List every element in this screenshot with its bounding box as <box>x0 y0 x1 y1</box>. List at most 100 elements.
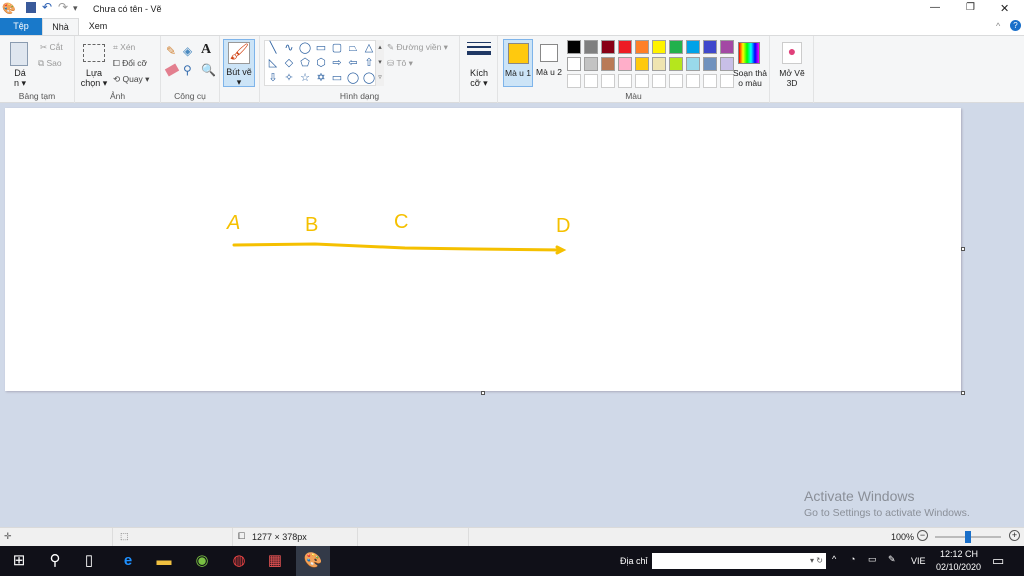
paint3d-button[interactable]: Mở Vẽ 3D <box>774 68 810 88</box>
outline-button[interactable]: ✎ Đường viền ▾ <box>387 42 448 53</box>
chrome-icon[interactable]: ◍ <box>222 546 256 576</box>
app-icon[interactable]: ◉ <box>185 546 219 576</box>
maximize-button[interactable]: ❐ <box>966 2 975 13</box>
palette-swatch[interactable] <box>686 57 700 71</box>
tab-file[interactable]: Tệp <box>0 18 42 35</box>
palette-swatch[interactable] <box>635 74 649 88</box>
resize-handle-bottom[interactable] <box>481 391 485 395</box>
color2-button[interactable]: Mà u 2 <box>536 39 564 87</box>
tab-home[interactable]: Nhà <box>42 18 79 35</box>
palette-swatch[interactable] <box>584 40 598 54</box>
shape-tool[interactable]: ◯ <box>297 41 313 56</box>
shape-tool[interactable]: ◯ <box>361 71 377 86</box>
palette-swatch[interactable] <box>618 74 632 88</box>
shape-tool[interactable]: ◯ <box>345 71 361 86</box>
shape-tool[interactable]: ◇ <box>281 56 297 71</box>
language-indicator[interactable]: VIE <box>911 556 926 566</box>
shape-tool[interactable]: ◺ <box>265 56 281 71</box>
zoom-slider-thumb[interactable] <box>965 531 971 543</box>
help-icon[interactable]: ? <box>1010 20 1021 31</box>
palette-swatch[interactable] <box>669 74 683 88</box>
shape-tool[interactable]: ▭ <box>313 41 329 56</box>
start-button[interactable]: ⊞ <box>2 546 36 576</box>
palette-swatch[interactable] <box>584 74 598 88</box>
shape-tool[interactable]: ⇧ <box>361 56 377 71</box>
cut-button[interactable]: ✂ Cắt <box>40 42 63 53</box>
shape-tool[interactable]: ⇨ <box>329 56 345 71</box>
palette-swatch[interactable] <box>686 74 700 88</box>
copy-button[interactable]: ⧉ Sao <box>38 58 62 69</box>
customize-qat-icon[interactable]: ▾ <box>73 3 78 14</box>
shape-tool[interactable]: △ <box>361 41 377 56</box>
palette-swatch[interactable] <box>703 57 717 71</box>
shape-tool[interactable]: ⏢ <box>345 41 361 56</box>
shape-tool[interactable]: ∿ <box>281 41 297 56</box>
palette-swatch[interactable] <box>669 57 683 71</box>
address-input[interactable]: ▾ ↻ <box>652 553 826 569</box>
battery-icon[interactable]: ▭ <box>868 554 877 565</box>
palette-swatch[interactable] <box>601 40 615 54</box>
tab-view[interactable]: Xem <box>84 18 112 35</box>
save-icon[interactable] <box>26 2 36 13</box>
minimize-button[interactable]: — <box>930 2 940 13</box>
text-icon[interactable]: A <box>201 42 211 58</box>
palette-swatch[interactable] <box>669 40 683 54</box>
palette-swatch[interactable] <box>584 57 598 71</box>
palette-swatch[interactable] <box>618 57 632 71</box>
shape-tool[interactable]: ✡ <box>313 71 329 86</box>
edit-colors-button[interactable]: Soạn thả o màu <box>730 68 770 88</box>
edge-icon[interactable]: e <box>111 546 145 576</box>
shape-tool[interactable]: ╲ <box>265 41 281 56</box>
select-button[interactable]: Lựa chọn ▾ <box>78 68 110 88</box>
rotate-button[interactable]: ⟲ Quay ▾ <box>113 74 149 85</box>
palette-swatch[interactable] <box>618 40 632 54</box>
edit-colors-icon[interactable] <box>738 42 760 64</box>
palette-swatch[interactable] <box>652 57 666 71</box>
zoom-out-button[interactable]: − <box>917 530 928 541</box>
clock-date[interactable]: 02/10/2020 <box>936 562 981 572</box>
brushes-button[interactable]: 🖌 Bút vẽ ▾ <box>223 39 255 87</box>
shape-tool[interactable]: ⇦ <box>345 56 361 71</box>
palette-swatch[interactable] <box>567 57 581 71</box>
size-button[interactable]: Kích cỡ ▾ <box>464 68 494 88</box>
shape-tool[interactable]: ⇩ <box>265 71 281 86</box>
shape-tool[interactable]: ▢ <box>329 41 345 56</box>
palette-swatch[interactable] <box>652 40 666 54</box>
palette-swatch[interactable] <box>703 40 717 54</box>
pen-icon[interactable]: ✎ <box>888 554 896 565</box>
pencil-icon[interactable]: ✎ <box>166 44 176 58</box>
drawing-canvas[interactable]: A B C D <box>5 108 965 395</box>
palette-swatch[interactable] <box>686 40 700 54</box>
color1-button[interactable]: Mà u 1 <box>503 39 533 87</box>
resize-handle-right[interactable] <box>961 247 965 251</box>
shapes-scroll[interactable]: ▴ ▾ ▿ <box>376 40 384 86</box>
notifications-icon[interactable]: ▭ <box>992 553 1004 569</box>
network-icon[interactable]: ◔ <box>850 554 855 564</box>
zoom-slider[interactable] <box>935 531 1001 543</box>
collapse-ribbon-icon[interactable]: ^ <box>996 21 1000 31</box>
redo-icon[interactable]: ↷ <box>58 0 68 14</box>
palette-swatch[interactable] <box>567 40 581 54</box>
zoom-in-button[interactable]: + <box>1009 530 1020 541</box>
task-view-icon[interactable]: ▯ <box>72 546 106 576</box>
palette-swatch[interactable] <box>652 74 666 88</box>
color-picker-icon[interactable]: ⚲ <box>183 63 192 77</box>
fill-bucket-icon[interactable]: ◈ <box>183 44 192 58</box>
tray-overflow-icon[interactable]: ^ <box>832 554 836 564</box>
shape-tool[interactable]: ☆ <box>297 71 313 86</box>
palette-swatch[interactable] <box>567 74 581 88</box>
close-button[interactable]: ✕ <box>1000 2 1009 15</box>
magnifier-icon[interactable]: 🔍 <box>201 63 216 77</box>
shape-tool[interactable]: ✧ <box>281 71 297 86</box>
search-icon[interactable]: ⚲ <box>38 546 72 576</box>
paste-button[interactable]: Dá n ▾ <box>8 68 32 88</box>
palette-swatch[interactable] <box>601 74 615 88</box>
app-icon-2[interactable]: ▦ <box>258 546 292 576</box>
clock-time[interactable]: 12:12 CH <box>940 549 978 559</box>
eraser-icon[interactable] <box>164 63 180 77</box>
fill-button[interactable]: ⛁ Tô ▾ <box>387 58 413 69</box>
paint-taskbar-icon[interactable]: 🎨 <box>296 546 330 576</box>
shape-tool[interactable]: ⬡ <box>313 56 329 71</box>
shape-tool[interactable]: ⬠ <box>297 56 313 71</box>
palette-swatch[interactable] <box>635 57 649 71</box>
